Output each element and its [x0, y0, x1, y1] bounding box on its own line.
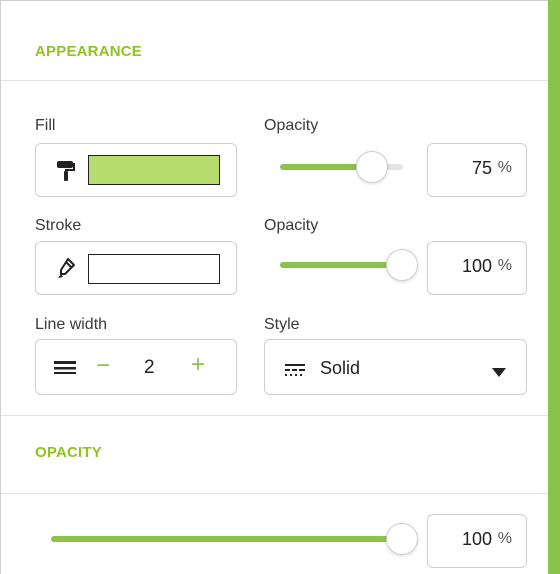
line-width-value: 2 [144, 357, 155, 378]
line-width-increment-button[interactable]: + [191, 353, 205, 377]
dash-style-icon [285, 363, 305, 381]
line-width-label: Line width [35, 316, 108, 333]
line-width-decrement-button[interactable]: − [96, 354, 110, 378]
fill-opacity-value: 75 [471, 158, 492, 178]
layer-opacity-input[interactable]: 100 % [427, 514, 527, 568]
style-value: Solid [320, 358, 361, 378]
fill-label: Fill [35, 117, 56, 134]
layer-opacity-value: 100 [461, 529, 492, 549]
marker-pen-icon [56, 257, 76, 284]
stroke-opacity-input[interactable]: 100 % [427, 241, 527, 295]
stroke-label: Stroke [35, 217, 82, 234]
stroke-opacity-slider-thumb[interactable] [386, 249, 418, 281]
stroke-opacity-slider-fill [280, 262, 403, 268]
layer-opacity-slider-thumb[interactable] [386, 523, 418, 555]
stroke-color-swatch [88, 254, 220, 284]
fill-color-picker[interactable] [35, 143, 237, 197]
opacity-section-header[interactable]: OPACITY [1, 416, 549, 494]
line-width-stepper[interactable]: − 2 + [35, 339, 237, 395]
stroke-opacity-value: 100 [461, 256, 492, 276]
fill-opacity-label: Opacity [264, 117, 319, 134]
appearance-section-header[interactable]: APPEARANCE [1, 1, 549, 81]
fill-opacity-unit: % [497, 159, 512, 176]
panel-accent-bar [548, 0, 560, 574]
layer-opacity-slider[interactable] [51, 536, 403, 542]
layer-opacity-unit: % [497, 530, 512, 547]
style-dropdown[interactable]: Solid [264, 339, 527, 395]
line-weight-icon [54, 360, 76, 381]
appearance-title: APPEARANCE [35, 43, 143, 60]
style-label: Style [264, 316, 300, 333]
properties-panel: APPEARANCE Fill Opacity 75 % Stroke Opac… [0, 0, 549, 574]
fill-opacity-slider-thumb[interactable] [356, 151, 388, 183]
fill-color-swatch [88, 155, 220, 185]
stroke-opacity-unit: % [497, 257, 512, 274]
layer-opacity-slider-fill [51, 536, 403, 542]
caret-down-icon [492, 364, 506, 382]
paint-roller-icon [56, 160, 76, 187]
stroke-opacity-slider[interactable] [280, 262, 403, 268]
stroke-opacity-label: Opacity [264, 217, 319, 234]
fill-opacity-input[interactable]: 75 % [427, 143, 527, 197]
opacity-title: OPACITY [35, 444, 102, 461]
stroke-color-picker[interactable] [35, 241, 237, 295]
